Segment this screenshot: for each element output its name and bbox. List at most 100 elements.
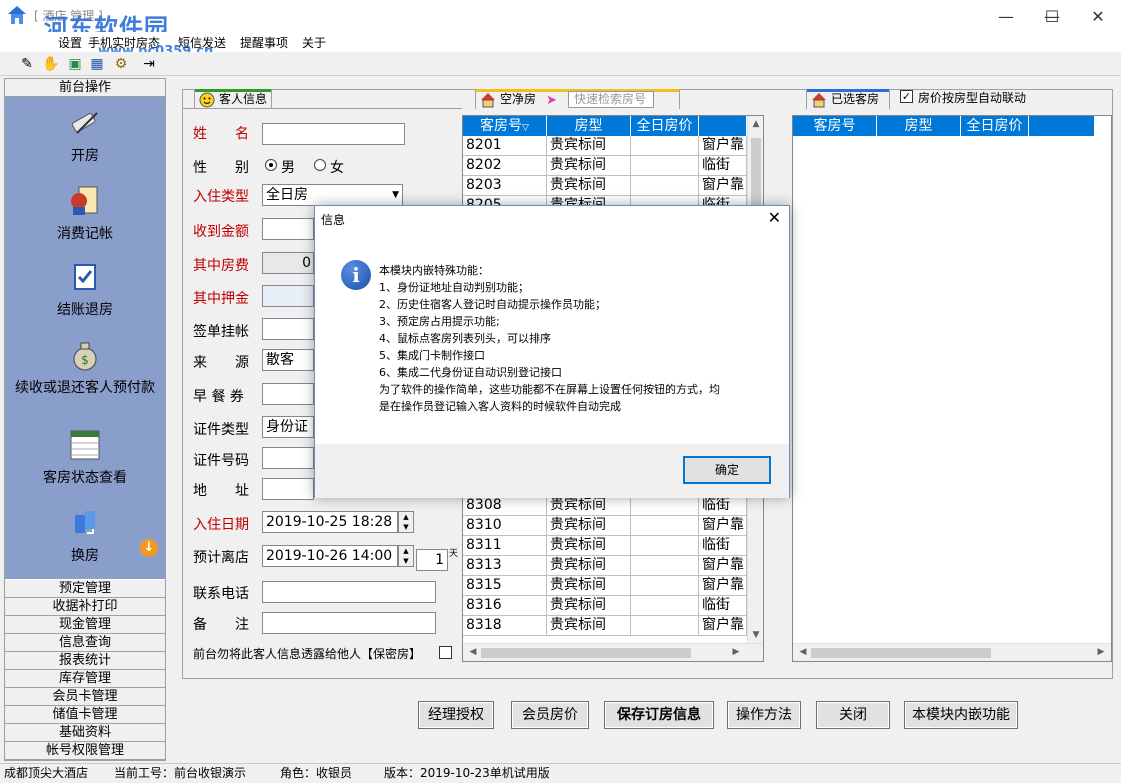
module-permissions[interactable]: 帐号权限管理 (5, 742, 165, 760)
module-inventory[interactable]: 库存管理 (5, 670, 165, 688)
gear-icon[interactable]: ⚙ (112, 55, 130, 73)
save-booking-button[interactable]: 保存订房信息 (604, 701, 714, 729)
column-room-no[interactable]: 客房号▽ (463, 116, 547, 136)
action-prepayment[interactable]: $ 续收或退还客人预付款 (5, 337, 165, 396)
scroll-right-arrow-icon[interactable]: ▶ (728, 647, 744, 657)
action-consumption[interactable]: 消费记帐 (5, 183, 165, 242)
sort-down-icon: ▽ (522, 123, 529, 133)
ledger-icon (71, 186, 98, 215)
scroll-left-arrow-icon[interactable]: ◀ (465, 647, 481, 657)
deposit-field[interactable] (262, 285, 314, 307)
ruler-icon[interactable]: ✎ (18, 55, 36, 73)
selected-horizontal-scrollbar[interactable]: ◀ ▶ (793, 643, 1111, 661)
name-input[interactable] (262, 123, 405, 145)
close-window-icon[interactable]: ✕ (1075, 0, 1121, 32)
selected-column-daily-rate[interactable]: 全日房价 (961, 116, 1029, 136)
table-row[interactable]: 8202 贵宾标间 临街 (463, 156, 747, 176)
id-number-input[interactable] (262, 447, 314, 469)
address-input[interactable] (262, 478, 314, 500)
close-button[interactable]: 关闭 (816, 701, 890, 729)
id-type-select[interactable]: 身份证 (262, 416, 314, 438)
instructions-button[interactable]: 操作方法 (727, 701, 801, 729)
days-input[interactable]: 1 (416, 549, 448, 571)
module-receipt-reprint[interactable]: 收据补打印 (5, 598, 165, 616)
cell-room-type: 贵宾标间 (547, 176, 631, 196)
vacant-scroll-thumb[interactable] (751, 138, 761, 208)
table-row[interactable]: 8201 贵宾标间 窗户靠 (463, 136, 747, 156)
tab-vacant-rooms[interactable]: 空净房 ➤ 快速检索房号 (475, 89, 680, 109)
sign-input[interactable] (262, 318, 314, 340)
module-reports[interactable]: 报表统计 (5, 652, 165, 670)
selected-hscroll-thumb[interactable] (811, 648, 991, 658)
menu-reminders[interactable]: 提醒事项 (240, 34, 288, 51)
table-row[interactable]: 8313 贵宾标间 窗户靠 (463, 556, 747, 576)
table-row[interactable]: 8310 贵宾标间 窗户靠 (463, 516, 747, 536)
column-daily-rate[interactable]: 全日房价 (631, 116, 699, 136)
scroll-up-arrow-icon[interactable]: ▲ (748, 119, 763, 129)
exit-icon[interactable]: ⇥ (140, 55, 158, 73)
module-stored-value[interactable]: 储值卡管理 (5, 706, 165, 724)
checkin-date-spinner[interactable]: ▲ ▼ (398, 511, 414, 533)
checkin-type-select[interactable]: 全日房 ▼ (262, 184, 403, 206)
scroll-down-arrow-icon[interactable]: ▼ (748, 630, 763, 640)
gender-male-radio[interactable] (265, 159, 277, 171)
table-row[interactable]: 8203 贵宾标间 窗户靠 (463, 176, 747, 196)
vacant-horizontal-scrollbar[interactable]: ◀ ▶ (463, 643, 763, 661)
column-extra[interactable] (699, 116, 747, 136)
grid-icon[interactable]: ▦ (88, 55, 106, 73)
table-row[interactable]: 8315 贵宾标间 窗户靠 (463, 576, 747, 596)
selected-grid-header: 客房号 房型 全日房价 (793, 116, 1095, 136)
action-change-room[interactable]: 换房 (5, 505, 165, 564)
menu-settings[interactable]: 设置 (58, 34, 82, 51)
close-icon[interactable]: ✕ (768, 208, 781, 227)
manager-auth-button[interactable]: 经理授权 (418, 701, 494, 729)
embedded-features-button[interactable]: 本模块内嵌功能 (904, 701, 1018, 729)
table-row[interactable]: 8316 贵宾标间 临街 (463, 596, 747, 616)
gender-female-radio[interactable] (314, 159, 326, 171)
scroll-down-icon[interactable]: ↓ (140, 539, 158, 557)
selected-column-room-type[interactable]: 房型 (877, 116, 961, 136)
breakfast-input[interactable] (262, 383, 314, 405)
table-row[interactable]: 8318 贵宾标间 窗户靠 (463, 616, 747, 636)
checkout-date-input[interactable]: 2019-10-26 14:00 (262, 545, 398, 567)
maximize-icon[interactable]: ☐ (1029, 0, 1075, 32)
module-query[interactable]: 信息查询 (5, 634, 165, 652)
received-amount-input[interactable] (262, 218, 314, 240)
selected-column-room-no[interactable]: 客房号 (793, 116, 877, 136)
module-cash[interactable]: 现金管理 (5, 616, 165, 634)
cell-extra: 窗户靠 (699, 556, 747, 576)
menu-about[interactable]: 关于 (302, 34, 326, 51)
tab-selected-rooms[interactable]: 已选客房 (806, 89, 890, 109)
status-role: 角色：收银员 (280, 766, 353, 780)
selected-scroll-left-arrow-icon[interactable]: ◀ (795, 647, 811, 657)
remark-input[interactable] (262, 612, 436, 634)
column-room-type[interactable]: 房型 (547, 116, 631, 136)
privacy-checkbox[interactable] (439, 646, 452, 659)
table-row[interactable]: 8311 贵宾标间 临街 (463, 536, 747, 556)
selected-column-extra[interactable] (1029, 116, 1095, 136)
quick-search-input[interactable]: 快速检索房号 (568, 91, 654, 108)
cylinder-icon[interactable]: ▣ (66, 55, 84, 73)
ok-button[interactable]: 确定 (683, 456, 771, 484)
action-checkout[interactable]: 结账退房 (5, 259, 165, 318)
auto-link-checkbox[interactable]: ✓ (900, 90, 913, 103)
table-row[interactable]: 8308 贵宾标间 临街 (463, 496, 747, 516)
module-reservation[interactable]: 预定管理 (5, 580, 165, 598)
checkin-date-input[interactable]: 2019-10-25 18:28 (262, 511, 398, 533)
selected-scroll-right-arrow-icon[interactable]: ▶ (1093, 647, 1109, 657)
phone-input[interactable] (262, 581, 436, 603)
action-open-room[interactable]: 开房 (5, 105, 165, 164)
tab-guest-info[interactable]: 客人信息 (194, 89, 272, 109)
vacant-hscroll-thumb[interactable] (481, 648, 691, 658)
source-select[interactable]: 散客 (262, 349, 314, 371)
module-base-data[interactable]: 基础资料 (5, 724, 165, 742)
cell-extra: 临街 (699, 156, 747, 176)
action-room-status[interactable]: 客房状态查看 (5, 427, 165, 486)
minimize-icon[interactable]: — (983, 0, 1029, 32)
module-member-card[interactable]: 会员卡管理 (5, 688, 165, 706)
hand-icon[interactable]: ✋ (42, 55, 60, 73)
checkout-date-spinner[interactable]: ▲ ▼ (398, 545, 414, 567)
toolbar: ✎ ✋ ▣ ▦ ⚙ ⇥ (0, 52, 1121, 76)
member-rate-button[interactable]: 会员房价 (511, 701, 589, 729)
cell-extra: 窗户靠 (699, 176, 747, 196)
